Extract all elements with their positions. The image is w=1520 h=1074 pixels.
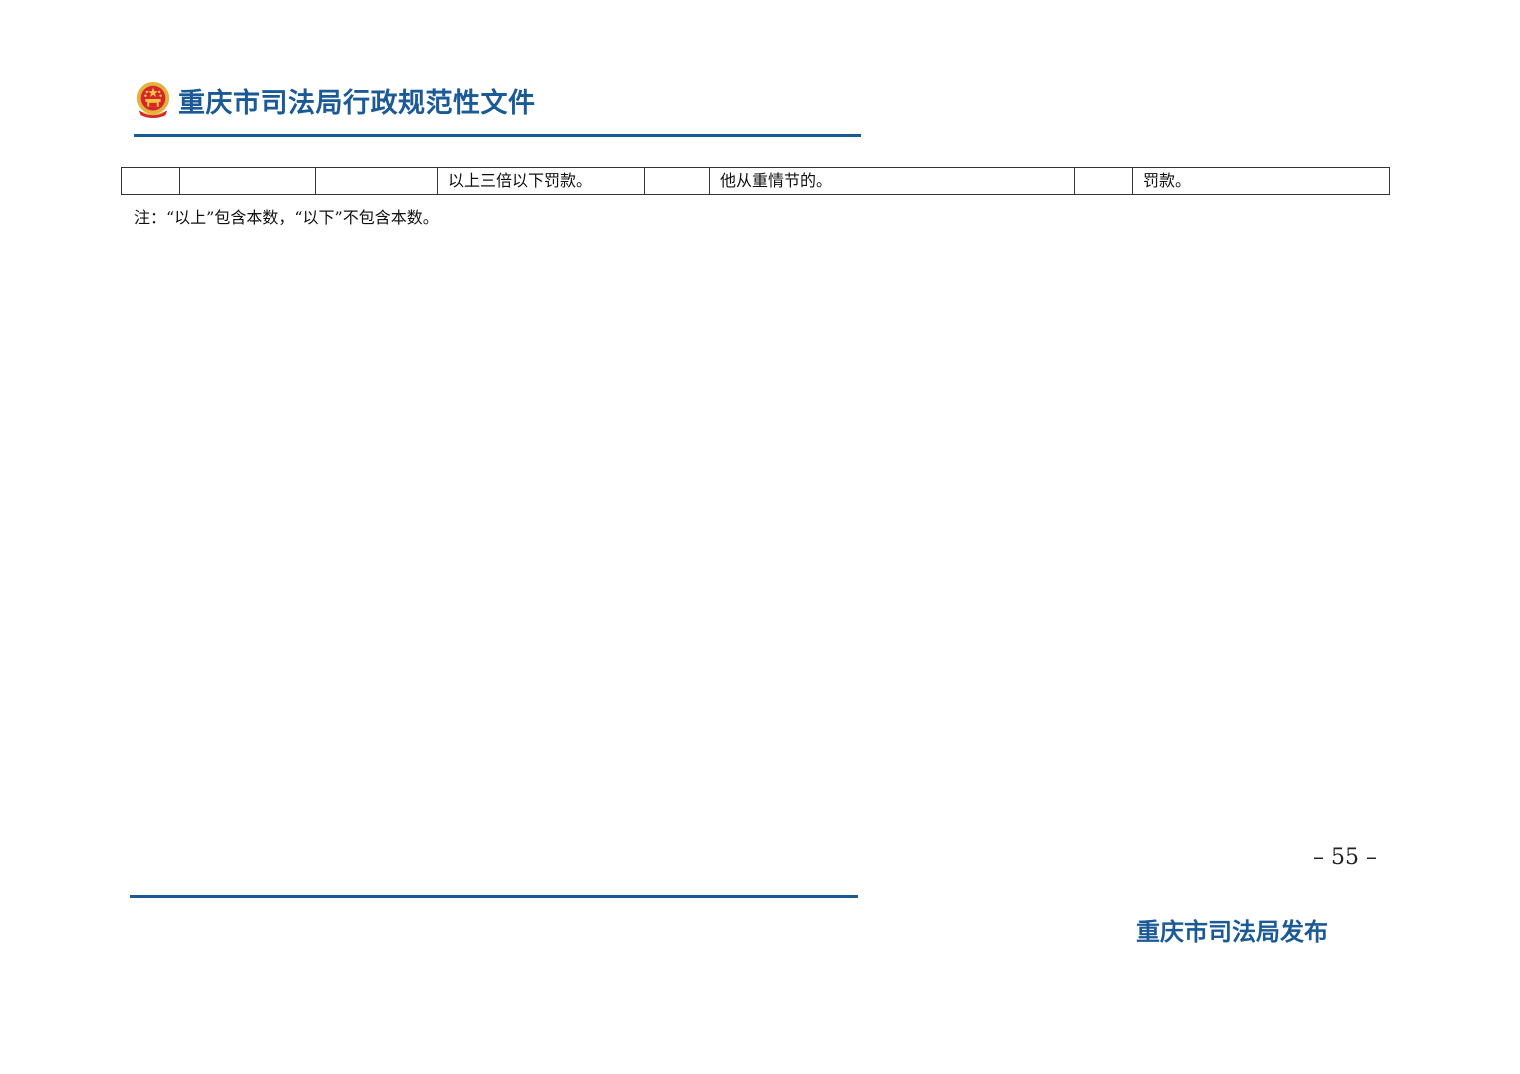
table-cell <box>315 167 438 195</box>
table-cell: 以上三倍以下罚款。 <box>437 167 645 195</box>
publisher-label: 重庆市司法局发布 <box>1136 918 1328 946</box>
table-cell <box>179 167 316 195</box>
page-number: – 55 – <box>1313 845 1377 870</box>
table-cell <box>644 167 710 195</box>
table-cell: 他从重情节的。 <box>709 167 1075 195</box>
document-header: 重庆市司法局行政规范性文件 <box>134 78 536 122</box>
table-cell: 罚款。 <box>1132 167 1390 195</box>
header-title: 重庆市司法局行政规范性文件 <box>178 87 536 119</box>
table-row: 以上三倍以下罚款。 他从重情节的。 罚款。 <box>121 167 1390 195</box>
header-divider <box>134 134 861 137</box>
penalty-table: 以上三倍以下罚款。 他从重情节的。 罚款。 <box>121 167 1390 195</box>
national-emblem-icon <box>136 81 170 119</box>
table-note: 注：“以上”包含本数，“以下”不包含本数。 <box>134 208 439 227</box>
table-cell <box>1074 167 1133 195</box>
footer-divider <box>130 895 858 898</box>
table-cell <box>121 167 180 195</box>
